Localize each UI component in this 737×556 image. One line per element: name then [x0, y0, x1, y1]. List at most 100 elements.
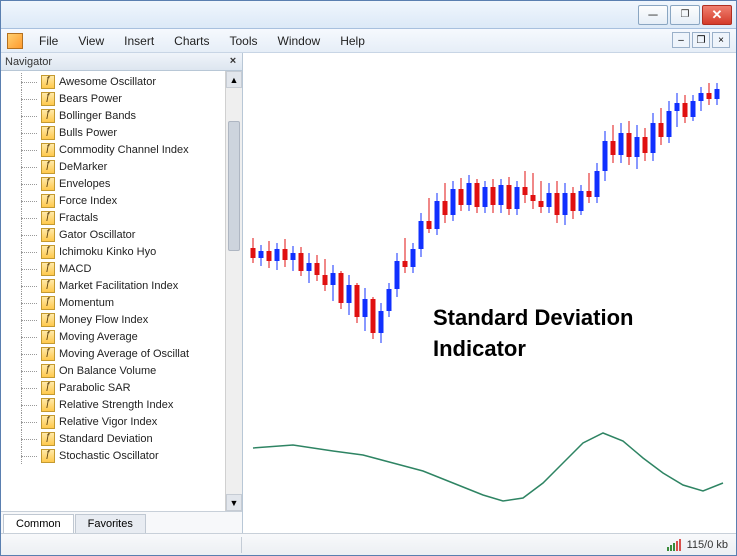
indicator-label: Relative Vigor Index [59, 416, 157, 428]
function-icon [41, 245, 55, 259]
menu-bar: File View Insert Charts Tools Window Hel… [1, 29, 736, 53]
navigator-body: Awesome Oscillator Bears Power Bollinger B… [1, 71, 242, 511]
function-icon [41, 381, 55, 395]
function-icon [41, 194, 55, 208]
function-icon [41, 177, 55, 191]
indicator-label: Standard Deviation [59, 433, 153, 445]
signal-bars-icon [667, 539, 681, 551]
menu-charts[interactable]: Charts [164, 31, 219, 51]
mdi-minimize-button[interactable]: – [672, 32, 690, 48]
indicator-item[interactable]: Ichimoku Kinko Hyo [1, 243, 225, 260]
menu-insert[interactable]: Insert [114, 31, 164, 51]
indicator-label: On Balance Volume [59, 365, 156, 377]
indicator-label: Commodity Channel Index [59, 144, 189, 156]
indicator-subchart [243, 403, 736, 523]
navigator-tabs: Common Favorites [1, 511, 242, 533]
indicator-label: Momentum [59, 297, 114, 309]
indicator-item[interactable]: Bulls Power [1, 124, 225, 141]
indicator-label: Moving Average of Oscillat [59, 348, 189, 360]
indicator-label: Parabolic SAR [59, 382, 131, 394]
indicator-label: Bears Power [59, 93, 122, 105]
indicator-label: Bulls Power [59, 127, 117, 139]
navigator-scrollbar[interactable]: ▲ ▼ [225, 71, 242, 511]
indicator-item[interactable]: Relative Vigor Index [1, 413, 225, 430]
navigator-tree[interactable]: Awesome Oscillator Bears Power Bollinger B… [1, 71, 225, 511]
traffic-label: 115/0 kb [687, 539, 728, 551]
function-icon [41, 143, 55, 157]
mdi-restore-button[interactable]: ❐ [692, 32, 710, 48]
app-icon [7, 33, 23, 49]
scroll-down-button[interactable]: ▼ [226, 494, 242, 511]
function-icon [41, 160, 55, 174]
navigator-title: Navigator [5, 56, 52, 68]
chart-pane[interactable]: Standard Deviation Indicator [243, 53, 736, 533]
connection-status[interactable]: 115/0 kb [659, 539, 736, 551]
overlay-line2: Indicator [433, 334, 633, 365]
function-icon [41, 211, 55, 225]
tab-favorites[interactable]: Favorites [75, 514, 146, 534]
function-icon [41, 347, 55, 361]
indicator-item[interactable]: Awesome Oscillator [1, 73, 225, 90]
menu-view[interactable]: View [68, 31, 114, 51]
menu-tools[interactable]: Tools [220, 31, 268, 51]
function-icon [41, 398, 55, 412]
indicator-item[interactable]: Gator Oscillator [1, 226, 225, 243]
navigator-close-button[interactable]: × [226, 54, 240, 68]
minimize-button[interactable]: ─ [638, 5, 668, 25]
scroll-up-button[interactable]: ▲ [226, 71, 242, 88]
indicator-item[interactable]: Bears Power [1, 90, 225, 107]
navigator-panel: Navigator × Awesome Oscillator Bears Powe… [1, 53, 243, 533]
indicator-item[interactable]: Money Flow Index [1, 311, 225, 328]
content-area: Navigator × Awesome Oscillator Bears Powe… [1, 53, 736, 533]
indicator-label: Stochastic Oscillator [59, 450, 159, 462]
indicator-label: Awesome Oscillator [59, 76, 156, 88]
indicator-item[interactable]: On Balance Volume [1, 362, 225, 379]
menu-window[interactable]: Window [268, 31, 331, 51]
menu-file[interactable]: File [29, 31, 68, 51]
indicator-item[interactable]: Force Index [1, 192, 225, 209]
indicator-item[interactable]: Parabolic SAR [1, 379, 225, 396]
indicator-item[interactable]: Standard Deviation [1, 430, 225, 447]
indicator-label: Market Facilitation Index [59, 280, 178, 292]
function-icon [41, 296, 55, 310]
indicator-item[interactable]: Moving Average [1, 328, 225, 345]
function-icon [41, 432, 55, 446]
app-window: ─ ❐ ✕ File View Insert Charts Tools Wind… [0, 0, 737, 556]
tab-common[interactable]: Common [3, 514, 74, 534]
overlay-line1: Standard Deviation [433, 303, 633, 334]
function-icon [41, 279, 55, 293]
indicator-label: Money Flow Index [59, 314, 148, 326]
indicator-label: Gator Oscillator [59, 229, 135, 241]
indicator-item[interactable]: Bollinger Bands [1, 107, 225, 124]
indicator-item[interactable]: DeMarker [1, 158, 225, 175]
menu-help[interactable]: Help [330, 31, 375, 51]
function-icon [41, 109, 55, 123]
indicator-item[interactable]: Market Facilitation Index [1, 277, 225, 294]
indicator-item[interactable]: MACD [1, 260, 225, 277]
mdi-window-controls: – ❐ × [672, 32, 730, 48]
indicator-item[interactable]: Momentum [1, 294, 225, 311]
indicator-label: Relative Strength Index [59, 399, 173, 411]
chart-overlay-text: Standard Deviation Indicator [433, 303, 633, 365]
function-icon [41, 313, 55, 327]
mdi-close-button[interactable]: × [712, 32, 730, 48]
restore-button[interactable]: ❐ [670, 5, 700, 25]
function-icon [41, 262, 55, 276]
function-icon [41, 330, 55, 344]
indicator-label: Moving Average [59, 331, 138, 343]
indicator-label: Ichimoku Kinko Hyo [59, 246, 156, 258]
indicator-label: Bollinger Bands [59, 110, 136, 122]
function-icon [41, 415, 55, 429]
indicator-item[interactable]: Envelopes [1, 175, 225, 192]
indicator-item[interactable]: Moving Average of Oscillat [1, 345, 225, 362]
indicator-label: Force Index [59, 195, 117, 207]
indicator-label: MACD [59, 263, 91, 275]
scroll-thumb[interactable] [228, 121, 240, 251]
function-icon [41, 92, 55, 106]
indicator-item[interactable]: Relative Strength Index [1, 396, 225, 413]
indicator-item[interactable]: Fractals [1, 209, 225, 226]
close-button[interactable]: ✕ [702, 5, 732, 25]
indicator-item[interactable]: Stochastic Oscillator [1, 447, 225, 464]
indicator-item[interactable]: Commodity Channel Index [1, 141, 225, 158]
function-icon [41, 228, 55, 242]
